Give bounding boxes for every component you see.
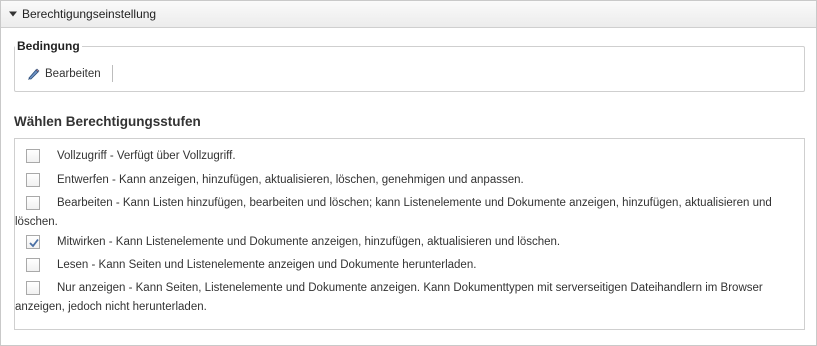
option-label: Lesen - Kann Seiten und Listenelemente a… [57, 259, 477, 271]
option-label: Mitwirken - Kann Listenelemente und Doku… [57, 236, 561, 248]
option-label: Vollzugriff - Verfügt über Vollzugriff. [57, 150, 236, 162]
check-icon [29, 238, 39, 248]
permission-option-vollzugriff: Vollzugriff - Verfügt über Vollzugriff. [15, 147, 804, 166]
permission-option-lesen: Lesen - Kann Seiten und Listenelemente a… [15, 256, 804, 275]
permission-levels-list: Vollzugriff - Verfügt über Vollzugriff. … [14, 138, 805, 330]
option-label: Entwerfen - Kann anzeigen, hinzufügen, a… [57, 174, 524, 186]
permission-option-mitwirken: Mitwirken - Kann Listenelemente und Doku… [15, 233, 804, 252]
option-label: Nur anzeigen - Kann Seiten, Listenelemen… [15, 282, 763, 313]
condition-legend: Bedingung [15, 39, 82, 53]
panel-header[interactable]: Berechtigungseinstellung [1, 1, 816, 28]
permission-option-entwerfen: Entwerfen - Kann anzeigen, hinzufügen, a… [15, 171, 804, 190]
permission-option-nur-anzeigen: Nur anzeigen - Kann Seiten, Listenelemen… [15, 279, 804, 317]
checkbox-mitwirken[interactable] [26, 235, 40, 249]
condition-fieldset [14, 46, 805, 92]
triangle-down-icon [9, 9, 19, 19]
permission-option-bearbeiten: Bearbeiten - Kann Listen hinzufügen, bea… [15, 194, 804, 232]
toolbar-divider [112, 65, 113, 82]
edit-condition-button[interactable]: Bearbeiten [26, 65, 101, 83]
checkbox-vollzugriff[interactable] [26, 149, 40, 163]
permission-settings-panel: Berechtigungseinstellung Bedingung Bearb… [0, 0, 817, 346]
edit-label: Bearbeiten [45, 68, 101, 80]
checkbox-lesen[interactable] [26, 258, 40, 272]
checkbox-entwerfen[interactable] [26, 173, 40, 187]
checkbox-nur-anzeigen[interactable] [26, 281, 40, 295]
permission-levels-title: Wählen Berechtigungsstufen [14, 114, 201, 129]
pencil-icon [26, 67, 40, 81]
checkbox-bearbeiten[interactable] [26, 196, 40, 210]
option-label: Bearbeiten - Kann Listen hinzufügen, bea… [15, 197, 772, 228]
panel-title: Berechtigungseinstellung [22, 7, 157, 21]
